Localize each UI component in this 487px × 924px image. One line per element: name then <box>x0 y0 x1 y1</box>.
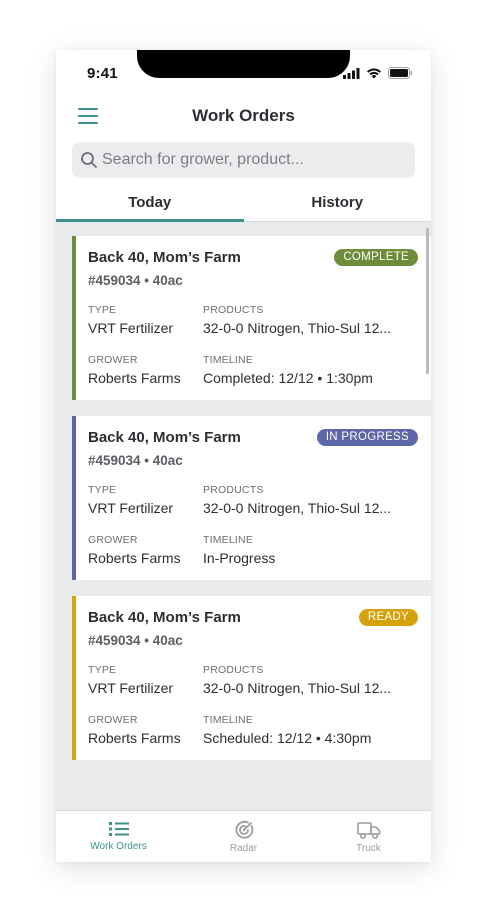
status-stripe <box>72 416 76 580</box>
type-label: TYPE <box>88 304 117 316</box>
status-icons <box>343 67 413 79</box>
work-order-id: #459034 • 40ac <box>88 273 183 288</box>
timeline-value: Completed: 12/12 • 1:30pm <box>203 370 373 386</box>
phone-frame: 9:41 Work Orders Search for grower, prod… <box>56 50 431 862</box>
work-order-card[interactable]: Back 40, Mom’s Farm #459034 • 40ac READY… <box>72 596 431 760</box>
products-value: 32-0-0 Nitrogen, Thio-Sul 12... <box>203 680 392 696</box>
timeline-value: In-Progress <box>203 550 276 566</box>
work-order-list[interactable]: Back 40, Mom’s Farm #459034 • 40ac COMPL… <box>56 222 431 810</box>
products-value: 32-0-0 Nitrogen, Thio-Sul 12... <box>203 500 392 516</box>
status-badge: READY <box>358 609 418 626</box>
bottom-nav: Work Orders Radar Truck <box>56 810 431 862</box>
timeline-label: TIMELINE <box>203 354 254 366</box>
work-order-title: Back 40, Mom’s Farm <box>88 609 241 626</box>
search-box <box>72 142 415 178</box>
nav-work-orders[interactable]: Work Orders <box>56 811 181 862</box>
grower-value: Roberts Farms <box>88 370 181 386</box>
app-header: Work Orders <box>56 94 431 142</box>
grower-label: GROWER <box>88 534 138 546</box>
signal-icon <box>343 67 360 79</box>
work-order-id: #459034 • 40ac <box>88 453 183 468</box>
nav-label-truck: Truck <box>356 843 381 854</box>
timeline-label: TIMELINE <box>203 714 254 726</box>
radar-icon <box>235 820 253 839</box>
search-bar <box>56 142 431 186</box>
work-order-card[interactable]: Back 40, Mom’s Farm #459034 • 40ac COMPL… <box>72 236 431 400</box>
status-bar: 9:41 <box>56 50 431 94</box>
products-label: PRODUCTS <box>203 664 264 676</box>
nav-label-work-orders: Work Orders <box>90 841 147 852</box>
page-title: Work Orders <box>192 106 295 125</box>
grower-value: Roberts Farms <box>88 550 181 566</box>
type-value: VRT Fertilizer <box>88 320 174 336</box>
timeline-label: TIMELINE <box>203 534 254 546</box>
tab-history[interactable]: History <box>244 186 432 221</box>
tab-today[interactable]: Today <box>56 186 244 222</box>
work-order-card[interactable]: Back 40, Mom’s Farm #459034 • 40ac IN PR… <box>72 416 431 580</box>
timeline-value: Scheduled: 12/12 • 4:30pm <box>203 730 372 746</box>
wifi-icon <box>367 68 381 78</box>
products-label: PRODUCTS <box>203 304 264 316</box>
products-label: PRODUCTS <box>203 484 264 496</box>
battery-icon <box>388 67 413 79</box>
products-value: 32-0-0 Nitrogen, Thio-Sul 12... <box>203 320 392 336</box>
type-label: TYPE <box>88 484 117 496</box>
work-order-title: Back 40, Mom’s Farm <box>88 429 241 446</box>
status-badge: COMPLETE <box>334 249 418 266</box>
status-stripe <box>72 596 76 760</box>
nav-radar[interactable]: Radar <box>181 811 306 862</box>
type-value: VRT Fertilizer <box>88 680 174 696</box>
truck-icon <box>356 822 380 840</box>
list-icon <box>108 822 129 836</box>
type-label: TYPE <box>88 664 117 676</box>
nav-truck[interactable]: Truck <box>306 811 431 862</box>
list-scrollbar[interactable] <box>426 228 429 374</box>
grower-value: Roberts Farms <box>88 730 181 746</box>
status-badge: IN PROGRESS <box>316 429 418 446</box>
work-order-id: #459034 • 40ac <box>88 633 183 648</box>
tab-bar: Today History <box>56 186 431 222</box>
status-time: 9:41 <box>87 65 118 82</box>
status-stripe <box>72 236 76 400</box>
grower-label: GROWER <box>88 714 138 726</box>
search-icon <box>81 152 97 168</box>
type-value: VRT Fertilizer <box>88 500 174 516</box>
device-notch <box>137 50 350 78</box>
grower-label: GROWER <box>88 354 138 366</box>
work-order-title: Back 40, Mom’s Farm <box>88 249 241 266</box>
search-input[interactable] <box>102 142 407 178</box>
nav-label-radar: Radar <box>229 843 258 854</box>
